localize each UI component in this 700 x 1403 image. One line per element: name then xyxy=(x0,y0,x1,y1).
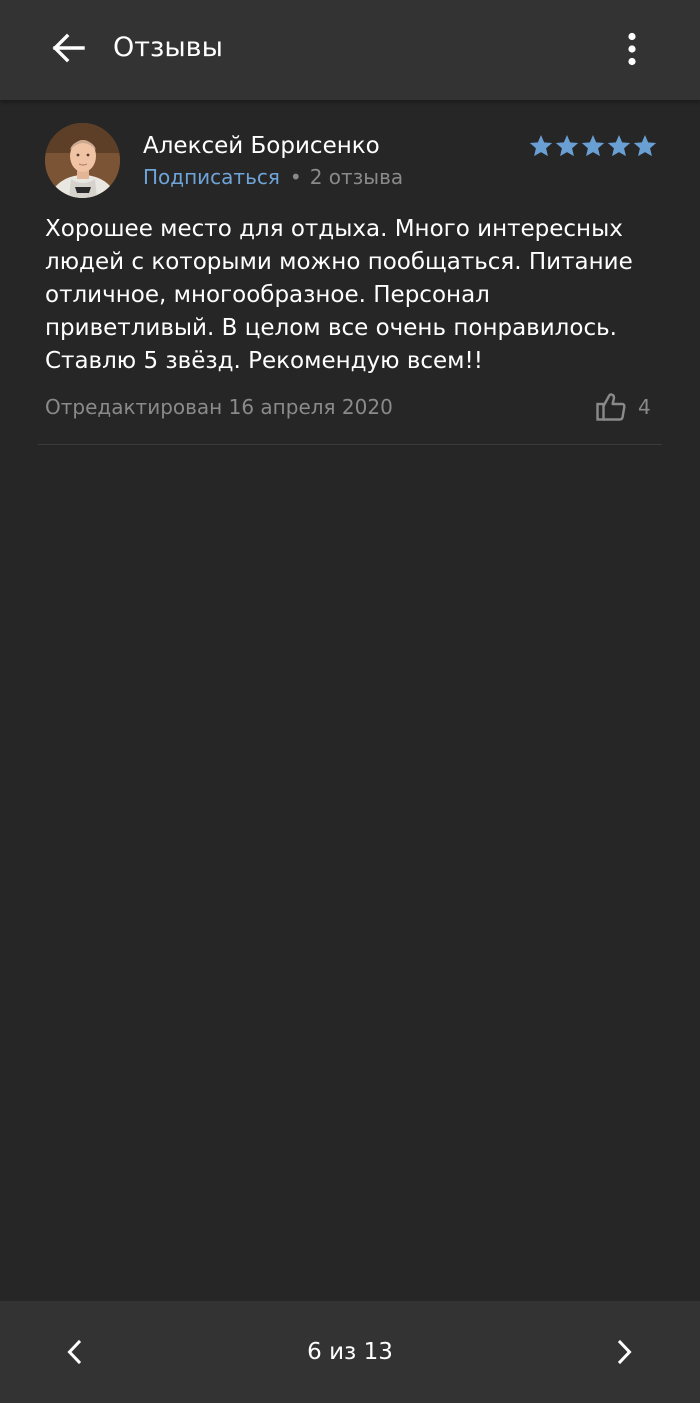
chevron-left-icon xyxy=(67,1339,82,1365)
avatar-image xyxy=(45,123,120,198)
page-title: Отзывы xyxy=(113,32,223,63)
like-count: 4 xyxy=(638,395,651,419)
thumbs-up-icon xyxy=(596,393,626,421)
review-card: Алексей Борисенко Подписаться • 2 отзыва Х… xyxy=(38,100,662,445)
pagination-bar: 6 из 13 xyxy=(0,1301,700,1403)
avatar[interactable] xyxy=(45,123,120,198)
author-meta: Подписаться • 2 отзыва xyxy=(143,163,403,191)
star-icon xyxy=(529,134,553,157)
subscribe-link[interactable]: Подписаться xyxy=(143,165,280,189)
more-options-button[interactable] xyxy=(610,26,654,72)
review-count: 2 отзыва xyxy=(309,165,404,189)
star-icon xyxy=(607,134,631,157)
app-bar: Отзывы xyxy=(0,0,700,100)
edited-date: Отредактирован 16 апреля 2020 xyxy=(45,395,393,419)
star-icon xyxy=(581,134,605,157)
author-name[interactable]: Алексей Борисенко xyxy=(143,130,380,162)
page-indicator: 6 из 13 xyxy=(307,1339,393,1365)
more-vert-icon xyxy=(628,32,636,66)
like-button[interactable]: 4 xyxy=(596,388,651,426)
next-review-button[interactable] xyxy=(605,1332,645,1372)
rating-stars xyxy=(528,133,658,159)
chevron-right-icon xyxy=(617,1339,632,1365)
review-text: Хорошее место для отдыха. Много интересн… xyxy=(45,216,633,374)
star-icon xyxy=(555,134,579,157)
previous-review-button[interactable] xyxy=(54,1332,94,1372)
star-icon xyxy=(633,134,657,157)
arrow-back-icon xyxy=(52,33,85,63)
back-button[interactable] xyxy=(44,26,92,70)
meta-separator: • xyxy=(289,165,302,189)
